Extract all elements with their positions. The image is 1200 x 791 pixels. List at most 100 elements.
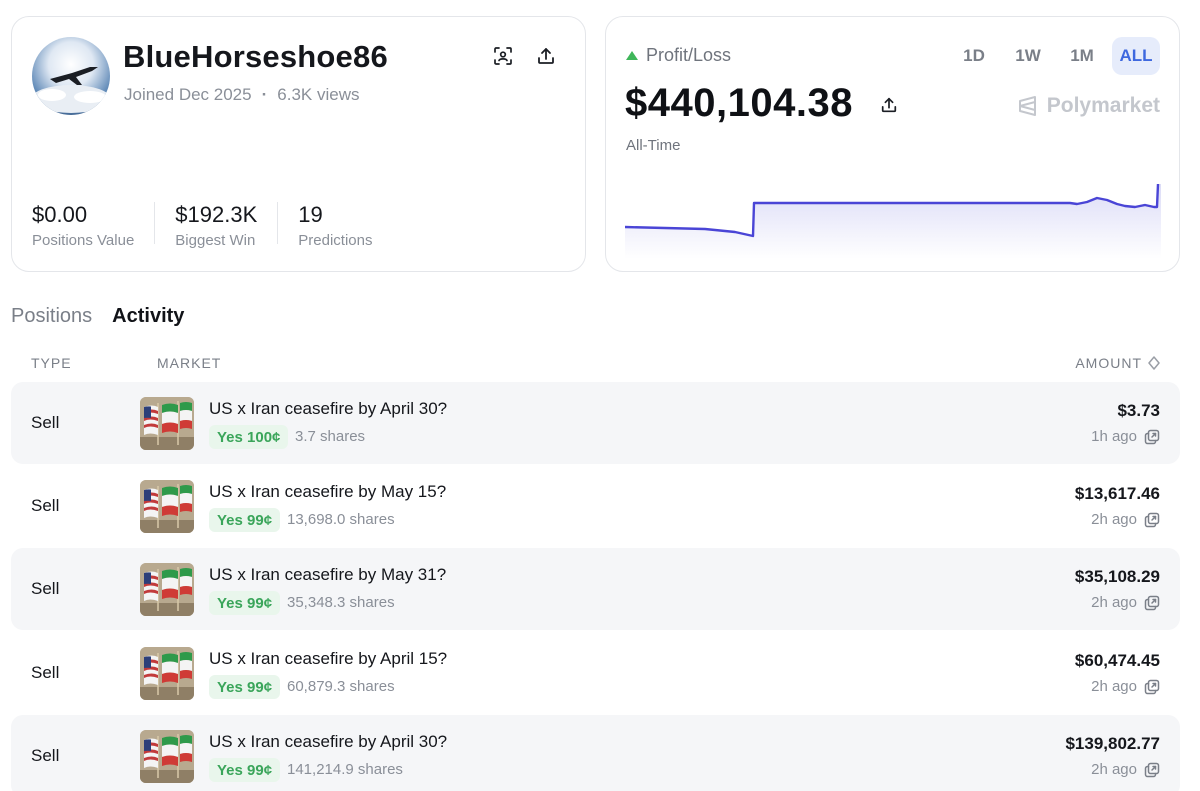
open-transaction-link[interactable]: [1144, 429, 1160, 445]
market-thumbnail[interactable]: [140, 730, 194, 783]
profit-loss-card: Profit/Loss 1D 1W 1M ALL $440,104.38 Pol…: [605, 16, 1180, 272]
outcome-badge: Yes 99¢: [209, 758, 281, 782]
market-title[interactable]: US x Iran ceasefire by May 31?: [209, 565, 446, 585]
stat-value: $192.3K: [175, 202, 258, 227]
trade-time: 2h ago: [1091, 594, 1160, 611]
activity-type: Sell: [31, 413, 60, 432]
time-ago: 2h ago: [1091, 761, 1137, 778]
share-count: 3.7 shares: [295, 428, 366, 445]
tab-positions[interactable]: Positions: [11, 305, 92, 328]
outcome-badge: Yes 99¢: [209, 591, 281, 615]
trade-amount: $3.73: [1117, 401, 1160, 420]
range-1d[interactable]: 1D: [950, 37, 998, 75]
brand-name: Polymarket: [1046, 94, 1160, 117]
share-icon: [538, 48, 554, 64]
header-market: MARKET: [157, 355, 222, 371]
stat-predictions: 19 Predictions: [298, 202, 392, 249]
open-link-icon: [1144, 595, 1160, 610]
polymarket-brand: Polymarket: [1017, 94, 1160, 118]
activity-type: Sell: [31, 579, 60, 598]
range-1w[interactable]: 1W: [1004, 37, 1052, 75]
trade-amount: $35,108.29: [1074, 567, 1160, 586]
avatar[interactable]: [32, 37, 110, 115]
market-thumbnail[interactable]: [140, 397, 194, 450]
market-thumbnail[interactable]: [140, 563, 194, 616]
market-title[interactable]: US x Iran ceasefire by April 30?: [209, 732, 447, 752]
trade-time: 2h ago: [1091, 761, 1160, 778]
pnl-chart: [625, 183, 1161, 259]
share-pnl-button[interactable]: [877, 93, 901, 117]
activity-row[interactable]: Sell US x Iran ceasefire by May 31? Yes …: [11, 548, 1180, 630]
share-icon: [881, 97, 897, 113]
trade-time: 2h ago: [1091, 678, 1160, 695]
time-ago: 2h ago: [1091, 511, 1137, 528]
open-transaction-link[interactable]: [1144, 679, 1160, 695]
time-ago: 2h ago: [1091, 594, 1137, 611]
stat-label: Biggest Win: [175, 232, 256, 249]
trade-amount: $60,474.45: [1074, 651, 1160, 670]
outcome-badge: Yes 100¢: [209, 425, 289, 449]
stat-positions-value: $0.00 Positions Value: [32, 202, 156, 249]
share-count: 141,214.9 shares: [287, 761, 403, 778]
stat-value: $0.00: [32, 202, 88, 227]
tab-activity[interactable]: Activity: [112, 305, 184, 328]
open-transaction-link[interactable]: [1144, 512, 1160, 528]
market-title[interactable]: US x Iran ceasefire by May 15?: [209, 482, 446, 502]
activity-type: Sell: [31, 496, 60, 515]
trade-time: 2h ago: [1091, 511, 1160, 528]
share-count: 35,348.3 shares: [287, 594, 395, 611]
table-header: TYPE MARKET AMOUNT: [11, 355, 1180, 373]
scan-profile-button[interactable]: [490, 43, 516, 69]
activity-row[interactable]: Sell US x Iran ceasefire by May 15? Yes …: [11, 465, 1180, 547]
profile-card: BlueHorseshoe86 Joined Dec 2025 · 6.3K v…: [11, 16, 586, 272]
activity-row[interactable]: Sell US x Iran ceasefire by April 30? Ye…: [11, 382, 1180, 464]
market-title[interactable]: US x Iran ceasefire by April 30?: [209, 399, 447, 419]
activity-row[interactable]: Sell US x Iran ceasefire by April 30? Ye…: [11, 715, 1180, 791]
sort-icon: [1148, 356, 1160, 370]
share-profile-button[interactable]: [533, 43, 559, 69]
activity-type: Sell: [31, 746, 60, 765]
trade-amount: $139,802.77: [1065, 734, 1160, 753]
open-transaction-link[interactable]: [1144, 595, 1160, 611]
tab-bar: Positions Activity: [11, 305, 184, 328]
profile-stats: $0.00 Positions Value $192.3K Biggest Wi…: [32, 202, 412, 249]
outcome-badge: Yes 99¢: [209, 675, 281, 699]
meta-separator: ·: [261, 85, 268, 104]
trade-amount: $13,617.46: [1074, 484, 1160, 503]
stat-biggest-win: $192.3K Biggest Win: [175, 202, 279, 249]
pnl-period: All-Time: [626, 137, 681, 154]
stat-label: Predictions: [298, 232, 373, 249]
share-count: 60,879.3 shares: [287, 678, 395, 695]
stat-label: Positions Value: [32, 232, 135, 249]
range-1m[interactable]: 1M: [1058, 37, 1106, 75]
share-count: 13,698.0 shares: [287, 511, 395, 528]
stat-value: 19: [298, 202, 323, 227]
trend-up-icon: [626, 51, 638, 60]
header-amount[interactable]: AMOUNT: [1075, 355, 1160, 371]
open-link-icon: [1144, 762, 1160, 777]
polymarket-logo-icon: [1018, 96, 1036, 116]
range-selector: 1D 1W 1M ALL: [950, 37, 1160, 75]
time-ago: 2h ago: [1091, 678, 1137, 695]
time-ago: 1h ago: [1091, 428, 1137, 445]
pnl-label: Profit/Loss: [626, 45, 731, 66]
header-type: TYPE: [31, 355, 72, 371]
market-title[interactable]: US x Iran ceasefire by April 15?: [209, 649, 447, 669]
range-all[interactable]: ALL: [1112, 37, 1160, 75]
open-link-icon: [1144, 679, 1160, 694]
pnl-chart-area: [625, 184, 1161, 259]
market-thumbnail[interactable]: [140, 647, 194, 700]
activity-row[interactable]: Sell US x Iran ceasefire by April 15? Ye…: [11, 632, 1180, 714]
market-thumbnail[interactable]: [140, 480, 194, 533]
scan-profile-icon: [494, 47, 512, 65]
open-link-icon: [1144, 429, 1160, 444]
pnl-value: $440,104.38: [625, 81, 853, 125]
activity-type: Sell: [31, 663, 60, 682]
view-count: 6.3K views: [277, 85, 360, 104]
joined-date: Joined Dec 2025: [124, 85, 252, 104]
profile-meta: Joined Dec 2025 · 6.3K views: [124, 85, 359, 105]
trade-time: 1h ago: [1091, 428, 1160, 445]
outcome-badge: Yes 99¢: [209, 508, 281, 532]
open-transaction-link[interactable]: [1144, 762, 1160, 778]
username: BlueHorseshoe86: [123, 39, 388, 74]
